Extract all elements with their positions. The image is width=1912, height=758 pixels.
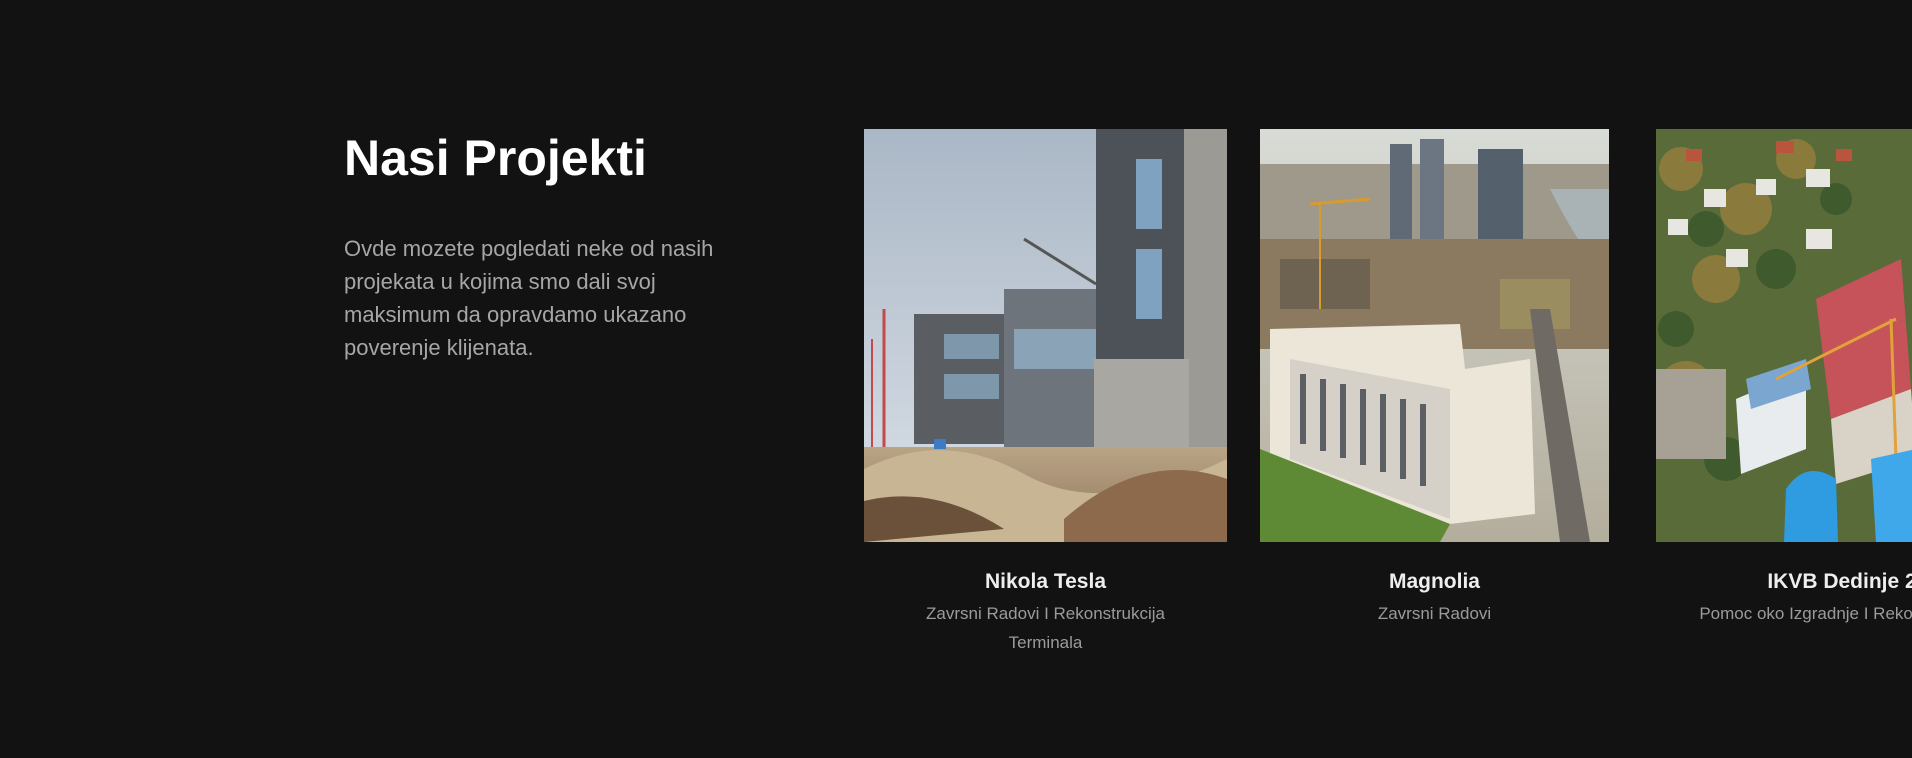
project-subtitle: Zavrsni Radovi [1377,604,1492,623]
project-title[interactable]: IKVB Dedinje 2 [1656,569,1912,595]
project-subtitle: Zavrsni Radovi I Rekonstrukcija Terminal… [925,604,1166,652]
project-card-text: IKVB Dedinje 2 Pomoc oko Izgradnje I Rek… [1656,569,1912,628]
section-title: Nasi Projekti [344,130,647,186]
project-title[interactable]: Nikola Tesla [864,569,1227,595]
project-card-text: Magnolia Zavrsni Radovi [1260,569,1609,628]
construction-site-photo-icon [864,129,1227,542]
project-image-aerial-city[interactable] [1260,129,1609,542]
project-card-text: Nikola Tesla Zavrsni Radovi I Rekonstruk… [864,569,1227,657]
project-image-construction-site[interactable] [864,129,1227,542]
project-image-aerial-neighborhood[interactable] [1656,129,1912,542]
project-subtitle: Pomoc oko Izgradnje I Rekonstrukcije [1699,604,1912,623]
section-intro: Nasi Projekti Ovde mozete pogledati neke… [344,128,744,364]
aerial-neighborhood-photo-icon [1656,129,1912,542]
aerial-city-photo-icon [1260,129,1609,542]
project-title[interactable]: Magnolia [1260,569,1609,595]
projects-carousel[interactable]: Nikola Tesla Zavrsni Radovi I Rekonstruk… [864,129,1912,689]
section-description: Ovde mozete pogledati neke od nasih proj… [344,236,714,360]
